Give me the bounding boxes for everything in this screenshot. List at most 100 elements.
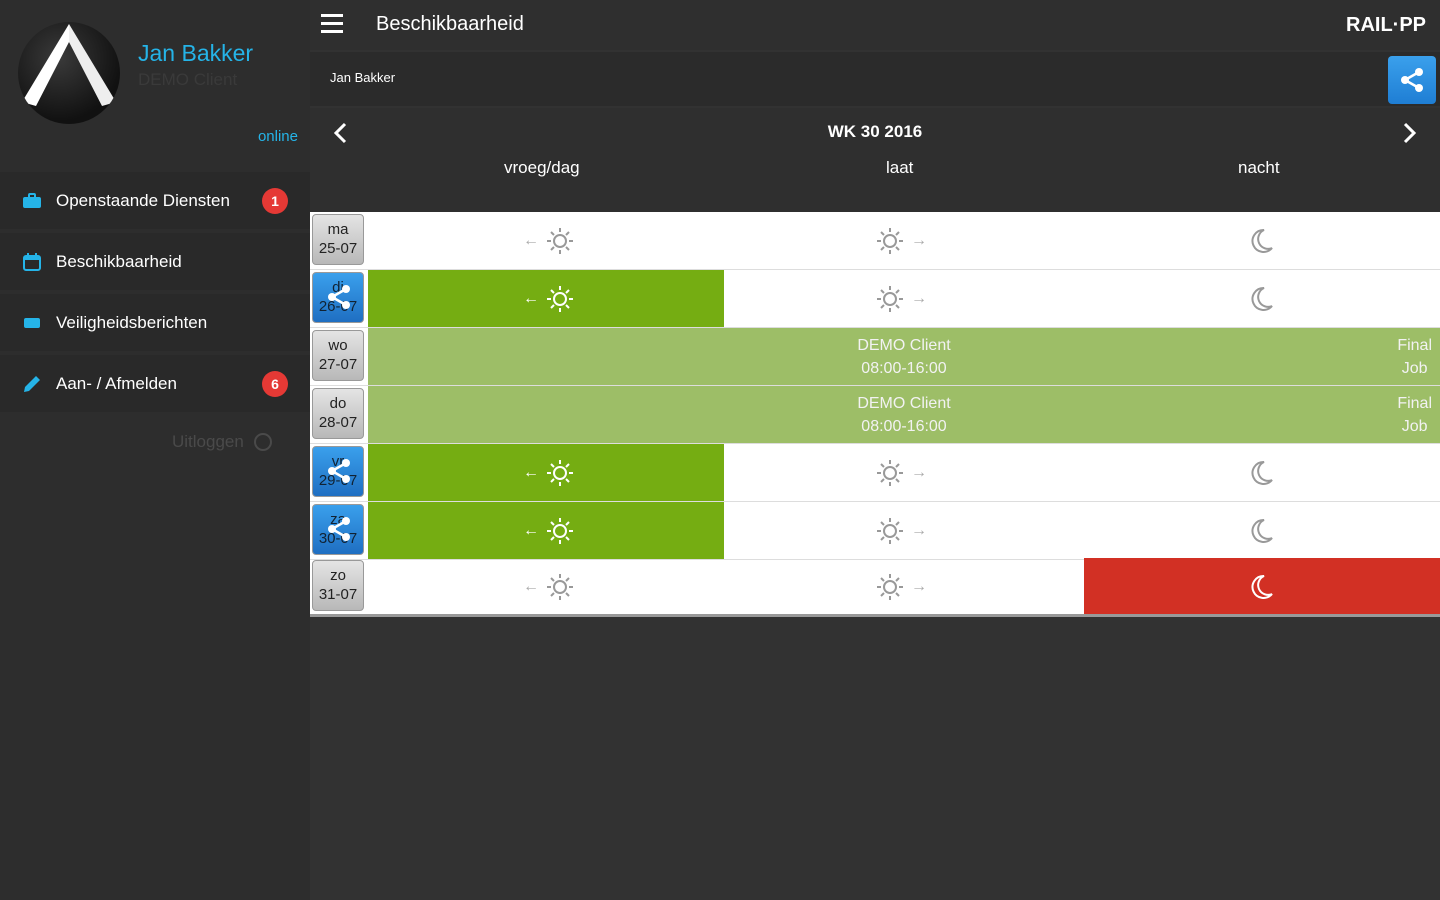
day-label[interactable]: zo 31-07 (312, 560, 364, 611)
slot-vroeg[interactable]: ← (368, 502, 724, 559)
job-status: Final Job (1397, 392, 1432, 438)
day-label[interactable]: vr 29-07 (312, 446, 364, 497)
job-status-line2: Job (1401, 360, 1428, 377)
arrow-right-icon: → (911, 289, 927, 307)
share-icon (1401, 68, 1423, 92)
day-date: 25-07 (318, 240, 358, 257)
arrow-right-icon: → (911, 521, 927, 539)
app: Jan Bakker DEMO Client online Openstaand… (0, 0, 1440, 900)
table-row: za 30-07 ← → (310, 502, 1440, 559)
sun-icon (877, 573, 903, 600)
day-label[interactable]: di 26-07 (312, 272, 364, 323)
job-status-line1: Final (1397, 337, 1432, 354)
app-logo: RAIL·PP (1346, 14, 1426, 36)
sun-icon (547, 573, 573, 600)
slot-nacht[interactable] (1084, 558, 1440, 615)
job-time: 08:00-16:00 (861, 360, 947, 377)
sidebar-item-veiligheidsberichten[interactable]: Veiligheidsberichten (0, 294, 310, 351)
calendar-icon (22, 252, 42, 272)
sidebar-item-label: Veiligheidsberichten (56, 312, 208, 332)
online-status: online (257, 128, 298, 145)
railapp-logo-icon (22, 24, 116, 106)
pencil-icon (22, 374, 42, 394)
share-icon (328, 459, 350, 483)
sidebar-item-aan-afmelden[interactable]: Aan- / Afmelden 6 (0, 355, 310, 412)
day-label[interactable]: wo 27-07 (312, 330, 364, 381)
week-header: WK 30 2016 vroeg/dag laat nacht (310, 108, 1440, 212)
table-row: wo 27-07 DEMO Client 08:00-16:00 Final Job (310, 328, 1440, 385)
availability-grid: ma 25-07 ← → di 26-07 ← → wo 27-07 DEMO Cli… (310, 212, 1440, 617)
sun-icon (547, 227, 573, 254)
message-icon (22, 313, 42, 333)
column-header-nacht: nacht (1238, 158, 1280, 177)
sun-icon (877, 227, 903, 254)
slot-laat[interactable]: → (724, 212, 1084, 269)
column-header-vroeg-dag: vroeg/dag (504, 158, 580, 177)
sidebar-item-beschikbaarheid[interactable]: Beschikbaarheid (0, 233, 310, 290)
job-status: Final Job (1397, 334, 1432, 380)
avatar[interactable] (18, 22, 120, 124)
logout-icon (253, 433, 272, 451)
day-label[interactable]: za 30-07 (312, 504, 364, 555)
slot-vroeg[interactable]: ← (368, 270, 724, 327)
arrow-right-icon: → (911, 231, 927, 249)
hamburger-menu-icon[interactable] (321, 14, 343, 38)
profile: Jan Bakker DEMO Client online (0, 0, 310, 172)
slot-vroeg[interactable]: ← (368, 212, 724, 269)
moon-icon (1251, 460, 1273, 485)
arrow-left-icon: ← (523, 289, 539, 307)
arrow-right-icon: → (911, 577, 927, 595)
table-row: zo 31-07 ← → (310, 558, 1440, 615)
arrow-left-icon: ← (523, 231, 539, 249)
slot-vroeg[interactable]: ← (368, 444, 724, 501)
day-name: zo (330, 567, 346, 584)
share-icon (328, 285, 350, 309)
moon-icon (1251, 518, 1273, 543)
page-title: Beschikbaarheid (376, 13, 524, 35)
sun-icon (547, 285, 573, 312)
slot-laat[interactable]: → (724, 558, 1084, 615)
sidebar-item-label: Openstaande Diensten (56, 190, 230, 210)
slot-nacht[interactable] (1084, 444, 1440, 501)
slot-nacht[interactable] (1084, 270, 1440, 327)
moon-icon (1251, 286, 1273, 311)
table-row: di 26-07 ← → (310, 270, 1440, 327)
briefcase-icon (22, 191, 42, 211)
day-name: ma (327, 221, 349, 238)
job-block[interactable]: DEMO Client 08:00-16:00 Final Job (368, 328, 1440, 385)
day-label[interactable]: ma 25-07 (312, 214, 364, 265)
slot-laat[interactable]: → (724, 444, 1084, 501)
arrow-left-icon: ← (523, 577, 539, 595)
share-button[interactable] (1388, 56, 1436, 104)
table-row: ma 25-07 ← → (310, 212, 1440, 269)
top-bar: Beschikbaarheid RAIL·PP (310, 0, 1440, 50)
job-block[interactable]: DEMO Client 08:00-16:00 Final Job (368, 386, 1440, 443)
slot-vroeg[interactable]: ← (368, 558, 724, 615)
day-label[interactable]: do 28-07 (312, 388, 364, 439)
slot-laat[interactable]: → (724, 502, 1084, 559)
moon-icon (1251, 228, 1273, 253)
sun-icon (877, 459, 903, 486)
job-time: 08:00-16:00 (861, 418, 947, 435)
user-client: DEMO Client (138, 70, 238, 89)
notification-badge: 6 (262, 370, 288, 397)
user-name: Jan Bakker (138, 40, 254, 66)
sidebar-item-openstaande-diensten[interactable]: Openstaande Diensten 1 (0, 172, 310, 229)
table-row: do 28-07 DEMO Client 08:00-16:00 Final Job (310, 386, 1440, 443)
job-client: DEMO Client (857, 337, 951, 354)
day-name: do (329, 395, 347, 412)
day-name: wo (328, 337, 348, 354)
selected-user: Jan Bakker (330, 70, 396, 85)
slot-nacht[interactable] (1084, 212, 1440, 269)
job-status-line2: Job (1401, 418, 1428, 435)
grid-bottom-border (310, 614, 1440, 617)
chevron-right-icon[interactable] (1394, 118, 1424, 148)
sun-icon (547, 517, 573, 544)
arrow-left-icon: ← (523, 463, 539, 481)
share-icon (328, 517, 350, 541)
slot-laat[interactable]: → (724, 270, 1084, 327)
sun-icon (877, 285, 903, 312)
sidebar: Jan Bakker DEMO Client online Openstaand… (0, 0, 310, 900)
logout-button[interactable]: Uitloggen (172, 432, 272, 452)
slot-nacht[interactable] (1084, 502, 1440, 559)
